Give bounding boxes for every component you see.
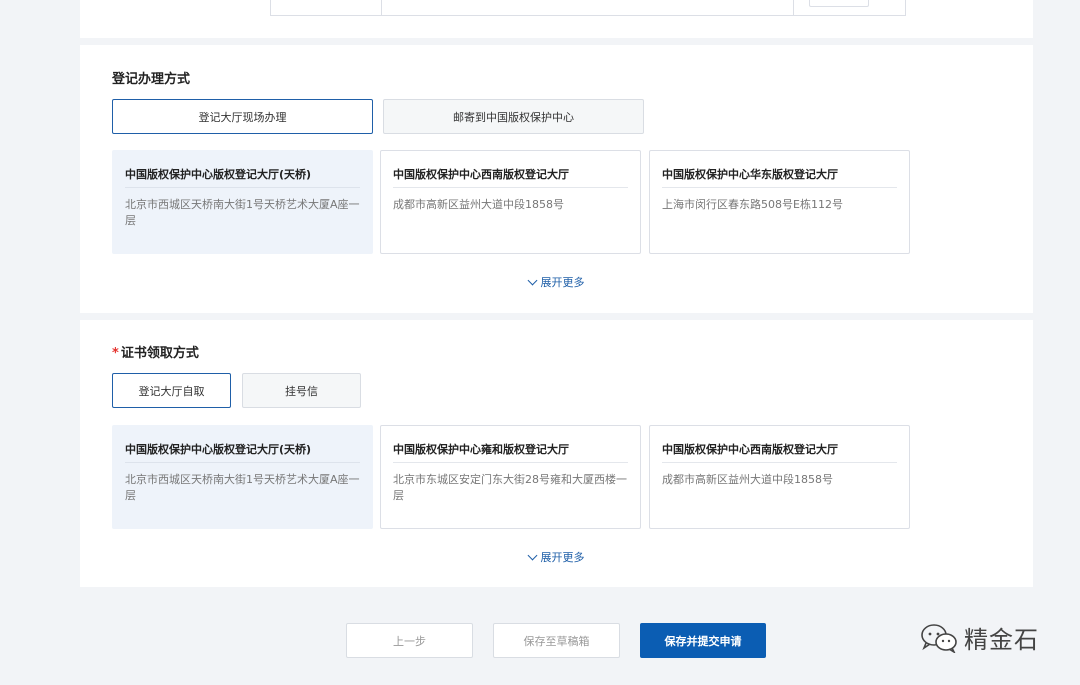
expand-more-label: 展开更多 (540, 551, 585, 564)
option-registered-mail-button[interactable]: 挂号信 (242, 373, 361, 408)
hall-name: 中国版权保护中心雍和版权登记大厅 (393, 441, 628, 463)
hall-address: 上海市闵行区春东路508号E栋112号 (662, 198, 843, 211)
hall-card[interactable]: 中国版权保护中心版权登记大厅(天桥) 北京市西城区天桥南大街1号天桥艺术大厦A座… (112, 150, 373, 254)
table-divider (793, 0, 794, 16)
section-title: * 证书领取方式 (112, 342, 199, 361)
expand-more-label: 展开更多 (540, 276, 585, 289)
hall-card[interactable]: 中国版权保护中心雍和版权登记大厅 北京市东城区安定门东大街28号雍和大厦西楼一层 (380, 425, 641, 529)
section-title-text: 证书领取方式 (120, 346, 199, 361)
submit-button[interactable]: 保存并提交申请 (640, 623, 766, 658)
form-panel-top (80, 0, 1033, 38)
watermark: 精金石 (920, 620, 1039, 655)
hall-name: 中国版权保护中心版权登记大厅(天桥) (125, 441, 360, 463)
option-mail-button[interactable]: 邮寄到中国版权保护中心 (383, 99, 644, 134)
hall-card[interactable]: 中国版权保护中心华东版权登记大厅 上海市闵行区春东路508号E栋112号 (649, 150, 910, 254)
section-title: 登记办理方式 (112, 72, 191, 87)
hall-card[interactable]: 中国版权保护中心西南版权登记大厅 成都市高新区益州大道中段1858号 (649, 425, 910, 529)
hall-address: 成都市高新区益州大道中段1858号 (662, 473, 833, 486)
certificate-method-panel: * 证书领取方式 登记大厅自取 挂号信 中国版权保护中心版权登记大厅(天桥) 北京… (80, 320, 1033, 587)
top-table-row (270, 0, 906, 16)
hall-name: 中国版权保护中心华东版权登记大厅 (662, 166, 897, 188)
expand-more-link[interactable]: 展开更多 (80, 274, 1033, 290)
prev-step-button[interactable]: 上一步 (346, 623, 473, 658)
option-onsite-button[interactable]: 登记大厅现场办理 (112, 99, 373, 134)
required-mark: * (112, 346, 119, 361)
save-draft-button[interactable]: 保存至草稿箱 (493, 623, 620, 658)
chevron-down-icon (527, 550, 537, 561)
registration-method-panel: 登记办理方式 登记大厅现场办理 邮寄到中国版权保护中心 中国版权保护中心版权登记… (80, 45, 1033, 313)
hall-address: 成都市高新区益州大道中段1858号 (393, 198, 564, 211)
row-action-button[interactable] (809, 0, 869, 7)
table-divider (381, 0, 382, 16)
watermark-text: 精金石 (964, 626, 1039, 654)
hall-card[interactable]: 中国版权保护中心版权登记大厅(天桥) 北京市西城区天桥南大街1号天桥艺术大厦A座… (112, 425, 373, 529)
chevron-down-icon (527, 275, 537, 286)
hall-name: 中国版权保护中心版权登记大厅(天桥) (125, 166, 360, 188)
hall-address: 北京市东城区安定门东大街28号雍和大厦西楼一层 (393, 473, 627, 502)
hall-address: 北京市西城区天桥南大街1号天桥艺术大厦A座一层 (125, 473, 360, 502)
option-pickup-button[interactable]: 登记大厅自取 (112, 373, 231, 408)
hall-name: 中国版权保护中心西南版权登记大厅 (662, 441, 897, 463)
hall-address: 北京市西城区天桥南大街1号天桥艺术大厦A座一层 (125, 198, 360, 227)
expand-more-link[interactable]: 展开更多 (80, 549, 1033, 565)
wechat-icon (921, 623, 957, 653)
hall-name: 中国版权保护中心西南版权登记大厅 (393, 166, 628, 188)
hall-card[interactable]: 中国版权保护中心西南版权登记大厅 成都市高新区益州大道中段1858号 (380, 150, 641, 254)
